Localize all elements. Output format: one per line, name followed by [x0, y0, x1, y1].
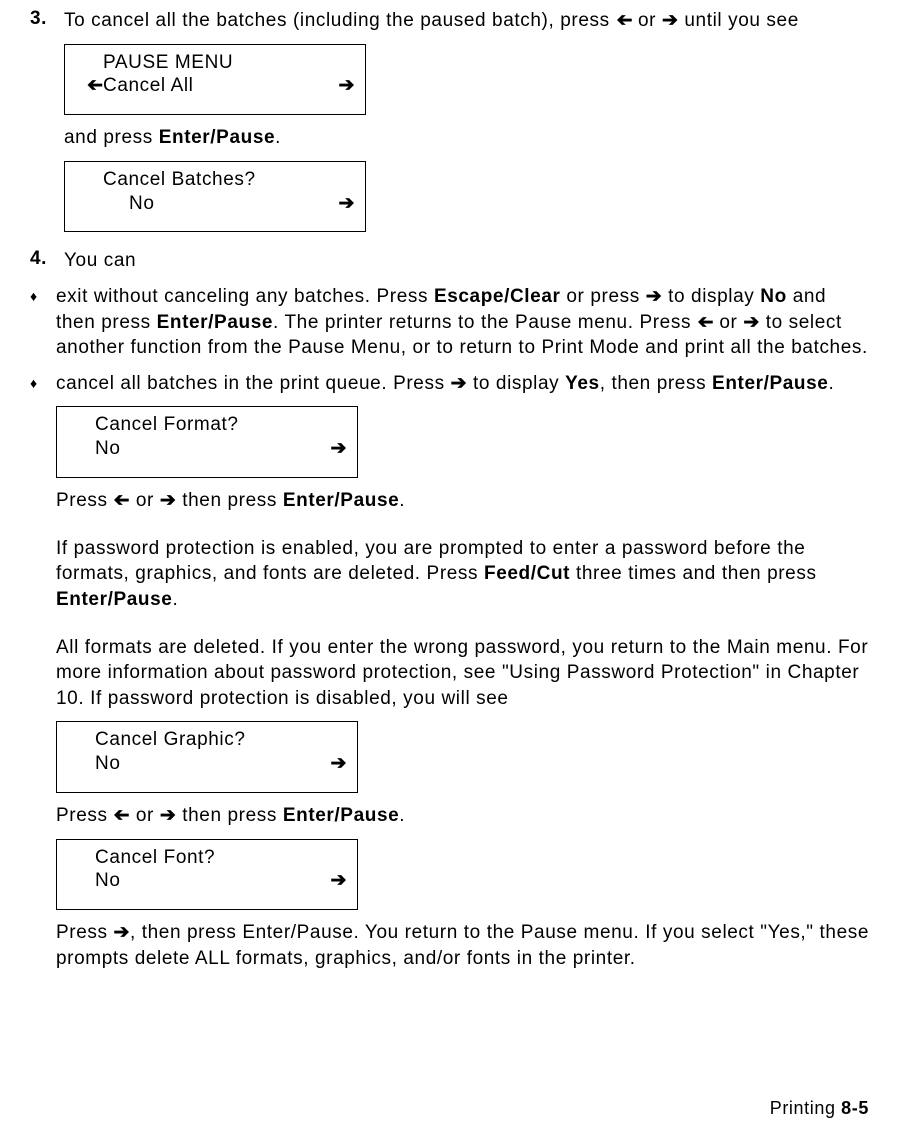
lcd-display-pause-menu: PAUSE MENU Cancel All	[64, 44, 366, 116]
arrow-right-icon	[319, 437, 347, 461]
lcd-line1: Cancel Format?	[95, 413, 319, 437]
diamond-bullet-icon: ♦	[30, 284, 56, 308]
arrow-right-icon	[319, 869, 347, 893]
lcd-display-cancel-font: Cancel Font? No	[56, 839, 358, 911]
step-3: 3. To cancel all the batches (including …	[30, 8, 869, 242]
page-footer: Printing 8-5	[770, 1098, 869, 1119]
arrow-right-icon	[160, 490, 177, 511]
enter-pause: Enter/Pause	[157, 312, 273, 333]
escape-clear: Escape/Clear	[434, 286, 561, 307]
lcd-display-cancel-batches: Cancel Batches? No	[64, 161, 366, 233]
step-4-text: You can	[64, 248, 869, 274]
bullet-cancel-text: cancel all batches in the print queue. P…	[56, 371, 869, 397]
no-text: No	[760, 286, 787, 307]
yes-text: Yes	[565, 373, 600, 394]
arrow-right-icon	[327, 192, 355, 216]
press-arrows-line-2: Press or then press Enter/Pause.	[56, 803, 869, 829]
text: to display	[662, 286, 760, 307]
enter-pause: Enter/Pause	[56, 589, 172, 610]
lcd-display-cancel-format: Cancel Format? No	[56, 406, 358, 478]
bullet-cancel-body: cancel all batches in the print queue. P…	[56, 371, 869, 972]
lcd-line2: No	[95, 752, 319, 776]
step-4: 4. You can	[30, 248, 869, 274]
text: then press	[176, 805, 282, 826]
text: Press	[56, 805, 113, 826]
diamond-bullet-icon: ♦	[30, 371, 56, 395]
text: Press	[56, 922, 113, 943]
text: To cancel all the batches (including the…	[64, 10, 616, 31]
password-paragraph-2: All formats are deleted. If you enter th…	[56, 635, 869, 712]
bullet-cancel-all: ♦ cancel all batches in the print queue.…	[30, 371, 869, 972]
arrow-left-icon	[616, 8, 633, 34]
period: .	[275, 127, 281, 148]
enter-pause: Enter/Pause	[283, 805, 399, 826]
footer-page: 8-5	[841, 1098, 869, 1118]
text: and press	[64, 127, 159, 148]
text: , then press	[600, 373, 712, 394]
arrow-left-icon	[113, 488, 130, 514]
lcd-display-cancel-graphic: Cancel Graphic? No	[56, 721, 358, 793]
bullet-exit-text: exit without canceling any batches. Pres…	[56, 284, 869, 361]
text: , then press Enter/Pause. You return to …	[56, 922, 869, 969]
text: or	[130, 490, 160, 511]
arrow-right-icon	[113, 922, 130, 943]
arrow-right-icon	[160, 805, 177, 826]
text: then press	[176, 490, 282, 511]
enter-pause: Enter/Pause	[712, 373, 828, 394]
period: .	[399, 490, 405, 511]
lcd-line2: No	[95, 437, 319, 461]
arrow-right-icon	[327, 74, 355, 98]
step-number: 3.	[30, 8, 64, 30]
arrow-right-icon	[319, 752, 347, 776]
arrow-right-icon	[646, 286, 663, 307]
bullet-exit: ♦ exit without canceling any batches. Pr…	[30, 284, 869, 361]
text: exit without canceling any batches. Pres…	[56, 286, 434, 307]
lcd-line2: Cancel All	[103, 74, 327, 98]
password-paragraph-1: If password protection is enabled, you a…	[56, 536, 869, 613]
step-number: 4.	[30, 248, 64, 270]
arrow-right-icon	[662, 10, 679, 31]
arrow-left-icon	[697, 310, 714, 336]
text: or	[130, 805, 160, 826]
text: three times and then press	[570, 563, 816, 584]
period: .	[172, 589, 178, 610]
lcd-line1: PAUSE MENU	[103, 51, 327, 75]
text: or	[632, 10, 662, 31]
lcd-line2: No	[103, 192, 327, 216]
period: .	[399, 805, 405, 826]
period: .	[828, 373, 834, 394]
text: until you see	[679, 10, 799, 31]
enter-pause: Enter/Pause	[283, 490, 399, 511]
step-3-text: To cancel all the batches (including the…	[64, 8, 869, 34]
text: or	[713, 312, 743, 333]
step-3-body: To cancel all the batches (including the…	[64, 8, 869, 242]
text: to display	[467, 373, 565, 394]
press-arrows-line-1: Press or then press Enter/Pause.	[56, 488, 869, 514]
enter-pause: Enter/Pause	[159, 127, 275, 148]
text: cancel all batches in the print queue. P…	[56, 373, 451, 394]
arrow-left-icon	[113, 803, 130, 829]
arrow-right-icon	[451, 373, 468, 394]
lcd-line2: No	[95, 869, 319, 893]
lcd-line1: Cancel Graphic?	[95, 728, 319, 752]
lcd-line1: Cancel Font?	[95, 846, 319, 870]
arrow-left-icon	[75, 74, 103, 98]
arrow-right-icon	[743, 312, 760, 333]
final-paragraph: Press , then press Enter/Pause. You retu…	[56, 920, 869, 971]
lcd-line1: Cancel Batches?	[103, 168, 327, 192]
text: or press	[561, 286, 646, 307]
footer-label: Printing	[770, 1098, 841, 1118]
text: Press	[56, 490, 113, 511]
feed-cut: Feed/Cut	[484, 563, 570, 584]
text: . The printer returns to the Pause menu.…	[273, 312, 697, 333]
and-press-line: and press Enter/Pause.	[64, 125, 869, 151]
